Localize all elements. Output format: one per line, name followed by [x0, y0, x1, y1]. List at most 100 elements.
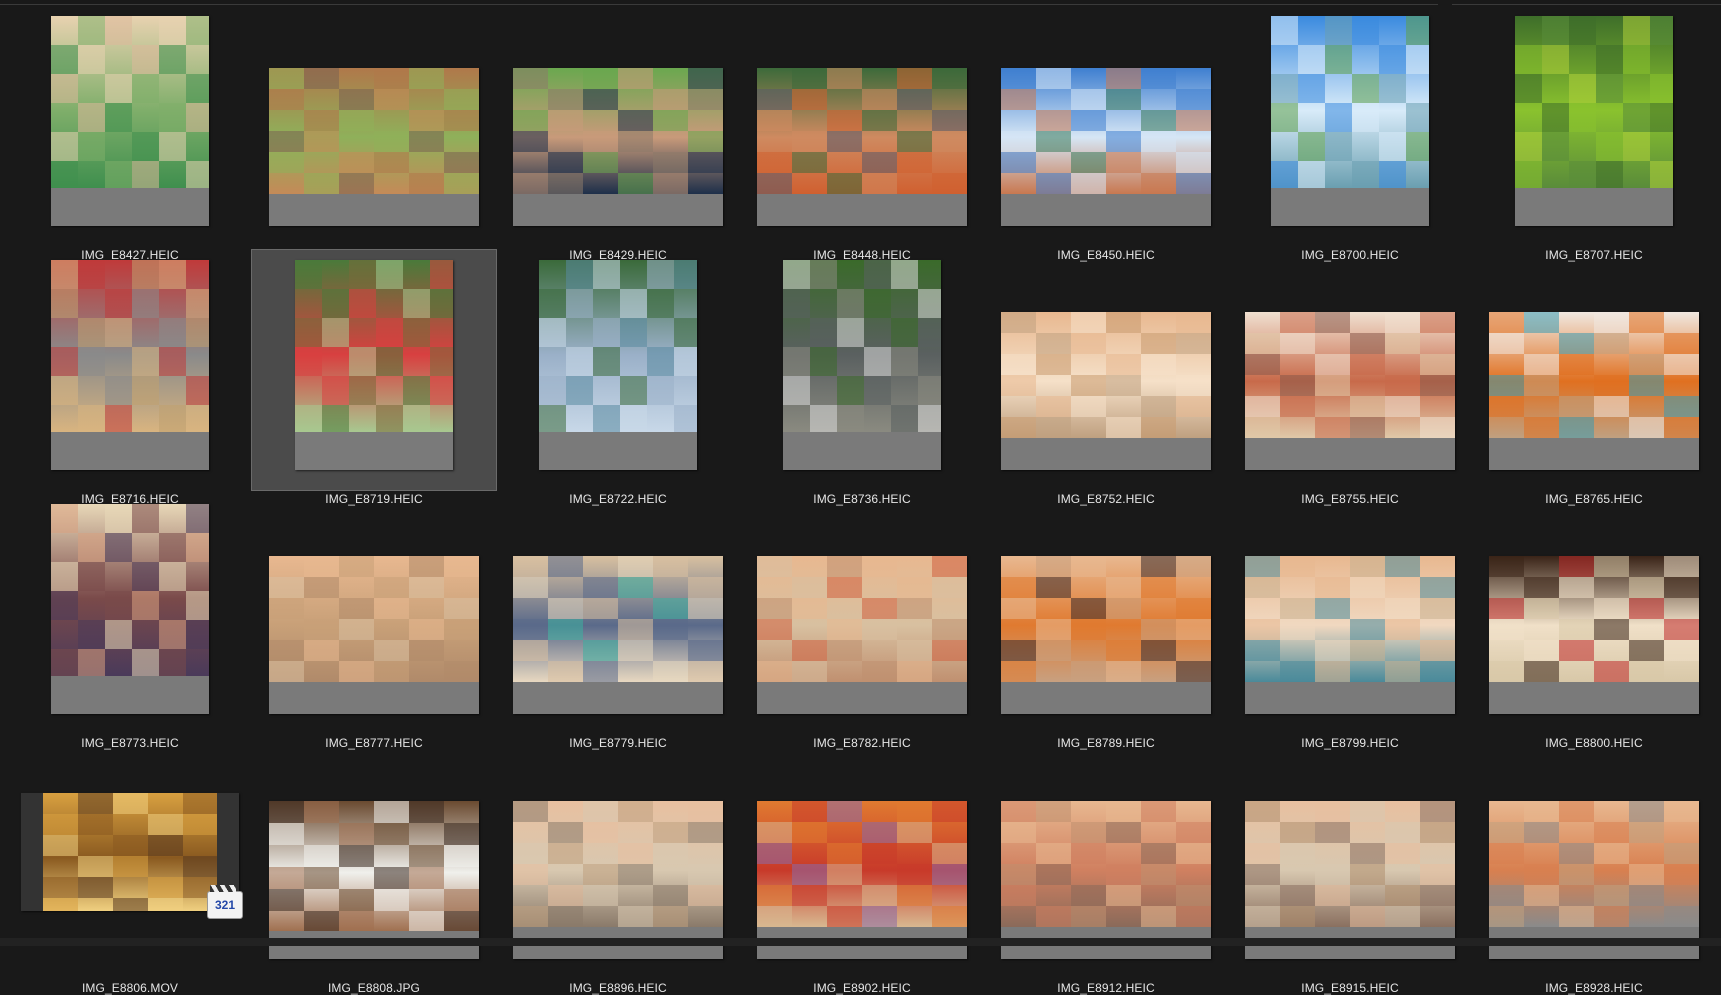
- pixelated-block: [376, 318, 403, 347]
- file-tile[interactable]: IMG_E8789.HEIC: [984, 504, 1228, 750]
- file-tile[interactable]: IMG_E8912.HEIC: [984, 749, 1228, 995]
- pixelated-block: [1036, 619, 1071, 640]
- photo-preview: [757, 801, 967, 927]
- pixelated-block: [583, 801, 618, 822]
- file-tile[interactable]: IMG_E8755.HEIC: [1228, 260, 1472, 506]
- file-tile[interactable]: IMG_E8752.HEIC: [984, 260, 1228, 506]
- file-tile[interactable]: IMG_E8736.HEIC: [740, 260, 984, 506]
- pixelated-block: [1315, 801, 1350, 822]
- pixelated-block: [1629, 801, 1664, 822]
- file-tile[interactable]: IMG_E8928.HEIC: [1472, 749, 1716, 995]
- file-tile[interactable]: 321 IMG_E8806.MOV: [8, 749, 252, 995]
- file-tile[interactable]: IMG_E8782.HEIC: [740, 504, 984, 750]
- pixelated-block: [1664, 801, 1699, 822]
- pixelated-block: [932, 110, 967, 131]
- pixelated-block: [932, 131, 967, 152]
- file-tile[interactable]: IMG_E8773.HEIC: [8, 504, 252, 750]
- pixelated-block: [1071, 906, 1106, 927]
- pixelated-block: [757, 556, 792, 577]
- pixelated-block: [862, 843, 897, 864]
- file-tile[interactable]: IMG_E8808.JPG: [252, 749, 496, 995]
- pixelated-block: [1141, 577, 1176, 598]
- file-tile[interactable]: IMG_E8779.HEIC: [496, 504, 740, 750]
- file-tile[interactable]: IMG_E8765.HEIC: [1472, 260, 1716, 506]
- file-tile[interactable]: IMG_E8722.HEIC: [496, 260, 740, 506]
- pixelated-block: [132, 161, 159, 188]
- pixelated-block: [837, 318, 864, 347]
- pixelated-block: [653, 598, 688, 619]
- pixelated-block: [1594, 906, 1629, 927]
- pixelated-block: [1542, 45, 1569, 74]
- file-tile[interactable]: IMG_E8427.HEIC: [8, 16, 252, 262]
- pixelated-block: [51, 504, 78, 533]
- pixelated-block: [148, 814, 183, 835]
- file-tile[interactable]: IMG_E8428.HEIC: [252, 16, 496, 262]
- pixelated-block: [653, 661, 688, 682]
- pixelated-block: [1036, 640, 1071, 661]
- pixelated-block: [183, 856, 217, 877]
- file-tile[interactable]: IMG_E8777.HEIC: [252, 504, 496, 750]
- pixelated-block: [618, 843, 653, 864]
- pixelated-block: [1515, 74, 1542, 103]
- pixelated-block: [862, 885, 897, 906]
- file-tile[interactable]: IMG_E8800.HEIC: [1472, 504, 1716, 750]
- pixelated-block: [295, 347, 322, 376]
- pixelated-block: [620, 376, 647, 405]
- file-tile[interactable]: IMG_E8896.HEIC: [496, 749, 740, 995]
- file-tile[interactable]: IMG_E8429.HEIC: [496, 16, 740, 262]
- pixelated-block: [618, 131, 653, 152]
- pixelated-block: [322, 318, 349, 347]
- file-tile[interactable]: IMG_E8707.HEIC: [1472, 16, 1716, 262]
- pixelated-block: [583, 598, 618, 619]
- pixelated-block: [1001, 417, 1036, 438]
- file-tile[interactable]: IMG_E8448.HEIC: [740, 16, 984, 262]
- pixelated-block: [1298, 74, 1325, 103]
- pixelated-block: [1176, 152, 1211, 173]
- image-thumbnail: [269, 801, 479, 959]
- pixelated-block: [1350, 396, 1385, 417]
- pixelated-block: [1036, 864, 1071, 885]
- pixelated-block: [918, 289, 941, 318]
- pixelated-block: [105, 289, 132, 318]
- pixelated-block: [1036, 131, 1071, 152]
- pixelated-block: [148, 877, 183, 898]
- pixelated-block: [757, 843, 792, 864]
- pixelated-block: [1001, 864, 1036, 885]
- file-tile[interactable]: IMG_E8716.HEIC: [8, 260, 252, 506]
- image-thumbnail: [1271, 16, 1429, 226]
- pixelated-block: [618, 906, 653, 927]
- pixelated-block: [1594, 312, 1629, 333]
- pixelated-block: [295, 260, 322, 289]
- pixelated-block: [1664, 577, 1699, 598]
- pixelated-block: [113, 835, 148, 856]
- pixelated-block: [810, 260, 837, 289]
- pixelated-block: [1106, 661, 1141, 682]
- file-tile[interactable]: IMG_E8700.HEIC: [1228, 16, 1472, 262]
- pixelated-block: [792, 152, 827, 173]
- pixelated-block: [548, 885, 583, 906]
- pixelated-block: [78, 533, 105, 562]
- pixelated-block: [1245, 333, 1280, 354]
- pixelated-block: [1559, 864, 1594, 885]
- photo-preview: [1515, 16, 1673, 188]
- file-tile[interactable]: IMG_E8719.HEIC: [251, 249, 497, 506]
- file-tile[interactable]: IMG_E8450.HEIC: [984, 16, 1228, 262]
- pixelated-block: [183, 814, 217, 835]
- file-tile[interactable]: IMG_E8799.HEIC: [1228, 504, 1472, 750]
- pixelated-block: [1542, 16, 1569, 45]
- pixelated-block: [376, 260, 403, 289]
- pixelated-block: [374, 131, 409, 152]
- pixelated-block: [932, 577, 967, 598]
- pixelated-block: [1106, 822, 1141, 843]
- pixelated-block: [1001, 577, 1036, 598]
- pixelated-block: [295, 405, 322, 432]
- pixelated-block: [78, 132, 105, 161]
- file-tile[interactable]: IMG_E8915.HEIC: [1228, 749, 1472, 995]
- pixelated-block: [1106, 68, 1141, 89]
- thumbnail-area: [740, 260, 984, 480]
- image-thumbnail: [1245, 312, 1455, 470]
- photo-preview: [1001, 68, 1211, 194]
- pixelated-block: [653, 906, 688, 927]
- file-tile[interactable]: IMG_E8902.HEIC: [740, 749, 984, 995]
- pixelated-block: [513, 131, 548, 152]
